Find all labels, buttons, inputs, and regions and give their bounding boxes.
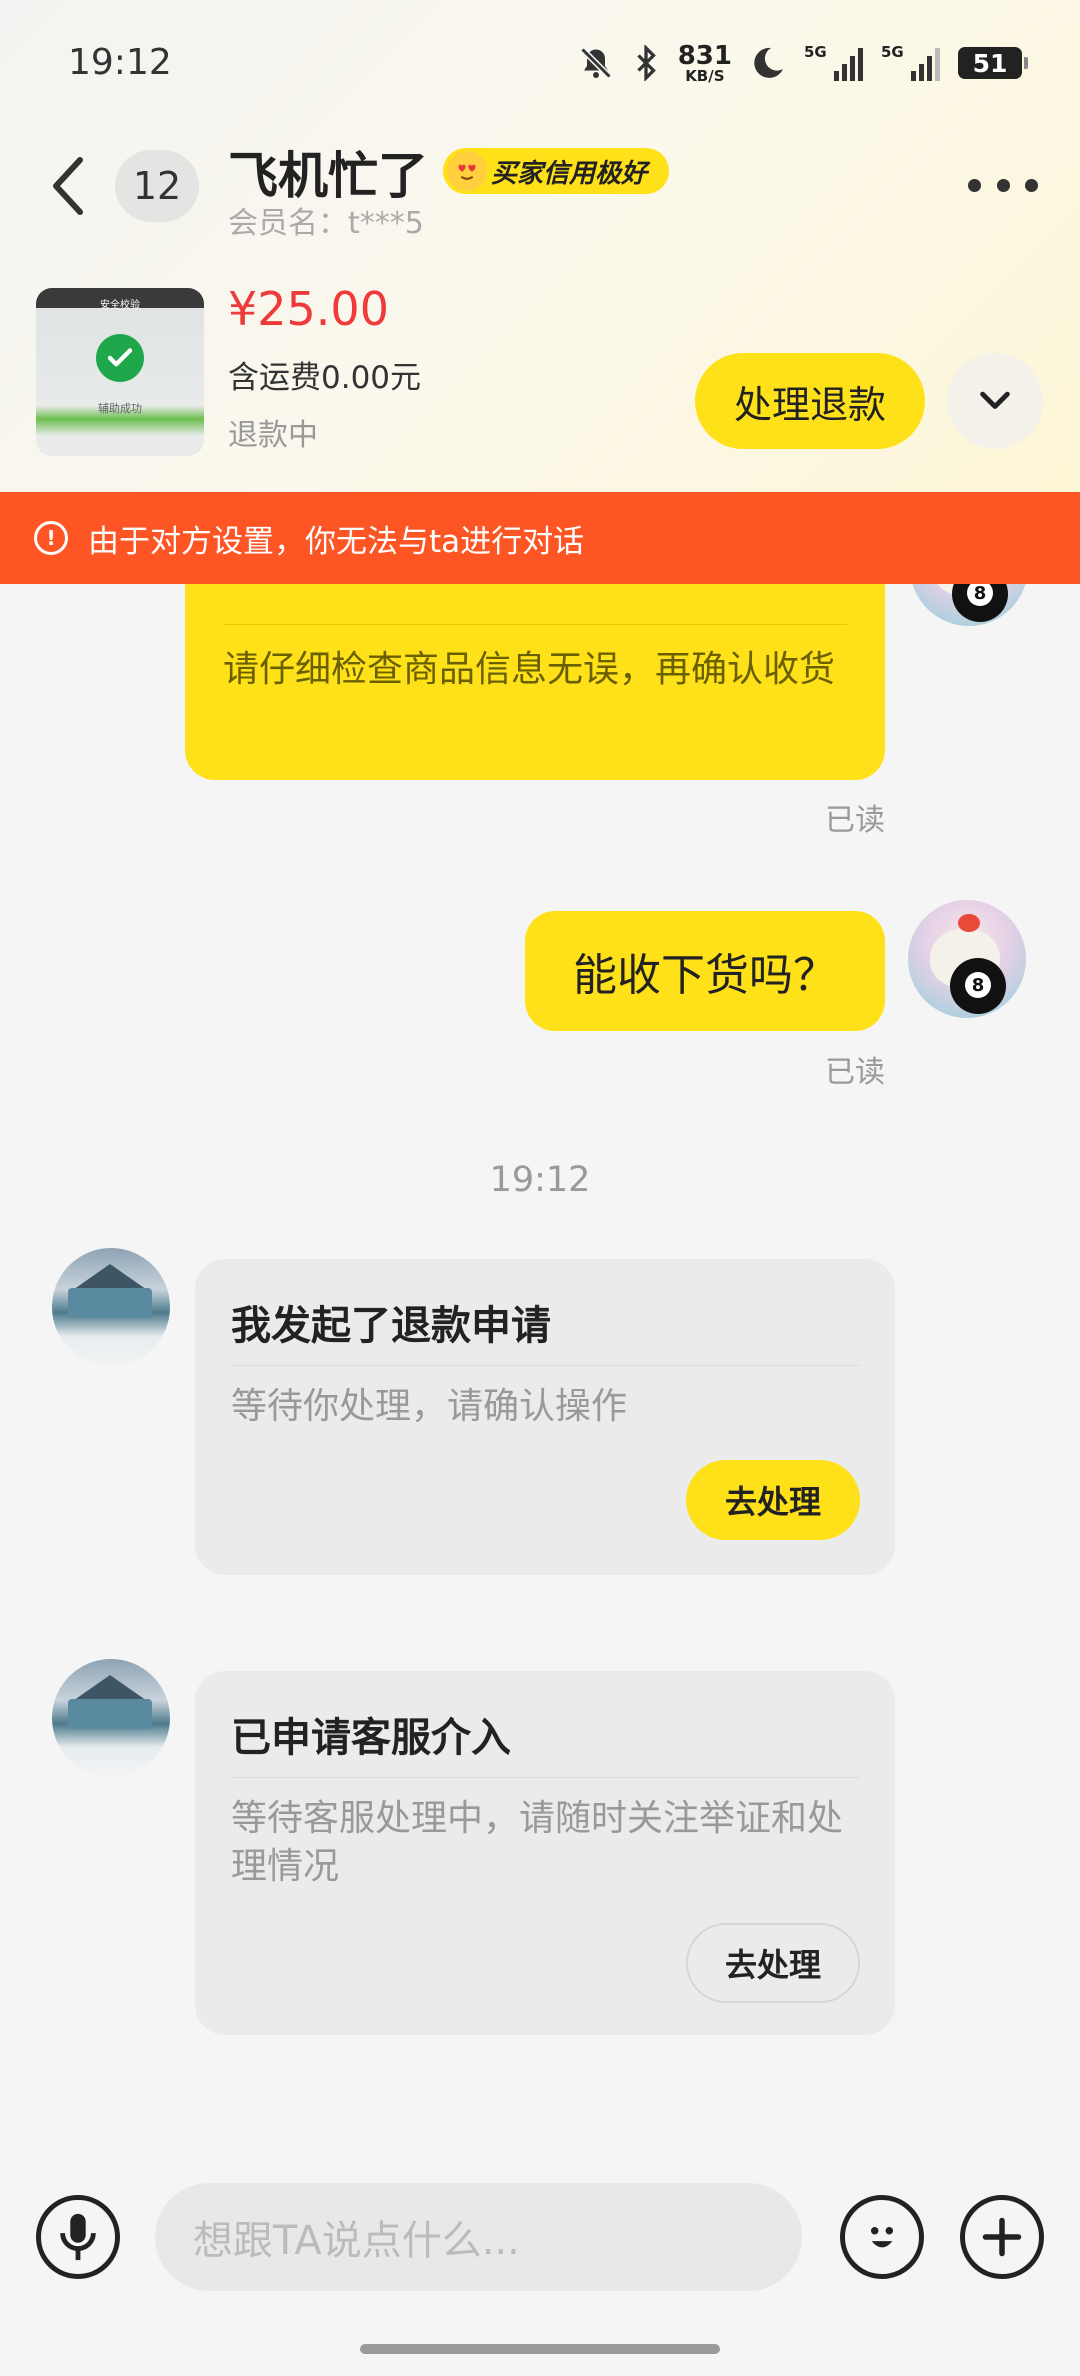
network-speed-value: 831	[677, 40, 732, 71]
signal-1-label: 5G	[804, 43, 827, 61]
message-bubble[interactable]: 能收下货吗？	[525, 911, 885, 1031]
credit-badge[interactable]: 买家信用极好	[443, 148, 670, 194]
my-avatar[interactable]: 8	[908, 900, 1026, 1018]
more-dot-icon	[968, 178, 981, 192]
warning-banner: ! 由于对方设置，你无法与ta进行对话	[0, 492, 1080, 584]
member-name: 会员名：t***5	[228, 206, 424, 241]
more-options-button[interactable]	[968, 160, 1038, 210]
microphone-icon	[60, 2213, 96, 2261]
status-bar: 19:12 831 KB/S 5G 5G 51	[0, 0, 1080, 120]
moon-icon	[750, 45, 786, 81]
read-receipt: 已读	[825, 803, 885, 838]
status-icons: 831 KB/S 5G 5G 51	[578, 38, 1028, 88]
status-time: 19:12	[68, 42, 172, 83]
refund-request-card[interactable]: 我发起了退款申请 等待你处理，请确认操作 去处理	[195, 1259, 895, 1575]
process-refund-button[interactable]: 处理退款	[695, 353, 925, 449]
message-text: 能收下货吗？	[573, 950, 837, 1001]
message-input[interactable]: 想跟TA说点什么...	[155, 2183, 802, 2291]
warning-text: 由于对方设置，你无法与ta进行对话	[88, 523, 585, 560]
unread-count-badge[interactable]: 12	[115, 150, 199, 222]
order-status: 退款中	[228, 418, 318, 453]
time-separator: 19:12	[489, 1160, 591, 1200]
card-divider	[231, 1777, 859, 1778]
home-indicator[interactable]	[360, 2344, 720, 2354]
signal-2-label: 5G	[881, 43, 904, 61]
chevron-left-icon	[53, 157, 83, 215]
card-divider	[231, 1365, 859, 1366]
expand-button[interactable]	[947, 353, 1043, 449]
handle-button[interactable]: 去处理	[686, 1460, 860, 1540]
bluetooth-icon	[632, 45, 660, 81]
network-speed-unit: KB/S	[685, 66, 725, 85]
more-dot-icon	[1025, 178, 1038, 192]
checkmark-icon	[96, 334, 144, 382]
back-button[interactable]	[48, 150, 98, 222]
product-thumbnail[interactable]: 安全校验 辅助成功	[36, 288, 204, 456]
message-text: 请仔细检查商品信息无误，再确认收货	[223, 649, 836, 690]
contact-avatar[interactable]	[52, 1659, 170, 1777]
more-actions-button[interactable]	[960, 2195, 1044, 2279]
voice-button[interactable]	[36, 2195, 120, 2279]
credit-badge-label: 买家信用极好	[491, 158, 648, 189]
service-intervention-card[interactable]: 已申请客服介入 等待客服处理中，请随时关注举证和处理情况 去处理	[195, 1671, 895, 2035]
chevron-down-icon	[980, 391, 1010, 409]
more-dot-icon	[996, 178, 1010, 192]
card-title: 已申请客服介入	[231, 1715, 511, 1761]
handle-button[interactable]: 去处理	[686, 1923, 860, 2003]
read-receipt: 已读	[825, 1055, 885, 1090]
shipping-info: 含运费0.00元	[228, 360, 422, 396]
thumbnail-title: 安全校验	[100, 300, 140, 311]
card-description: 等待你处理，请确认操作	[231, 1386, 628, 1427]
thumbnail-caption: 辅助成功	[98, 402, 142, 415]
mute-bell-icon	[578, 45, 614, 81]
card-description: 等待客服处理中，请随时关注举证和处理情况	[231, 1798, 844, 1887]
signal-1-icon: 5G	[804, 43, 863, 81]
card-title: 我发起了退款申请	[231, 1303, 551, 1349]
bubble-divider	[223, 624, 847, 625]
heart-eyes-emoji-icon	[447, 151, 487, 191]
network-speed: 831 KB/S	[678, 43, 732, 84]
plus-icon	[982, 2217, 1022, 2257]
emoji-button[interactable]	[840, 2195, 924, 2279]
product-price: ¥25.00	[228, 282, 389, 336]
smiley-icon	[870, 2227, 894, 2248]
contact-avatar[interactable]	[52, 1248, 170, 1366]
signal-2-icon: 5G	[881, 43, 940, 81]
alert-icon: !	[34, 521, 68, 555]
battery-icon: 51	[958, 47, 1028, 79]
